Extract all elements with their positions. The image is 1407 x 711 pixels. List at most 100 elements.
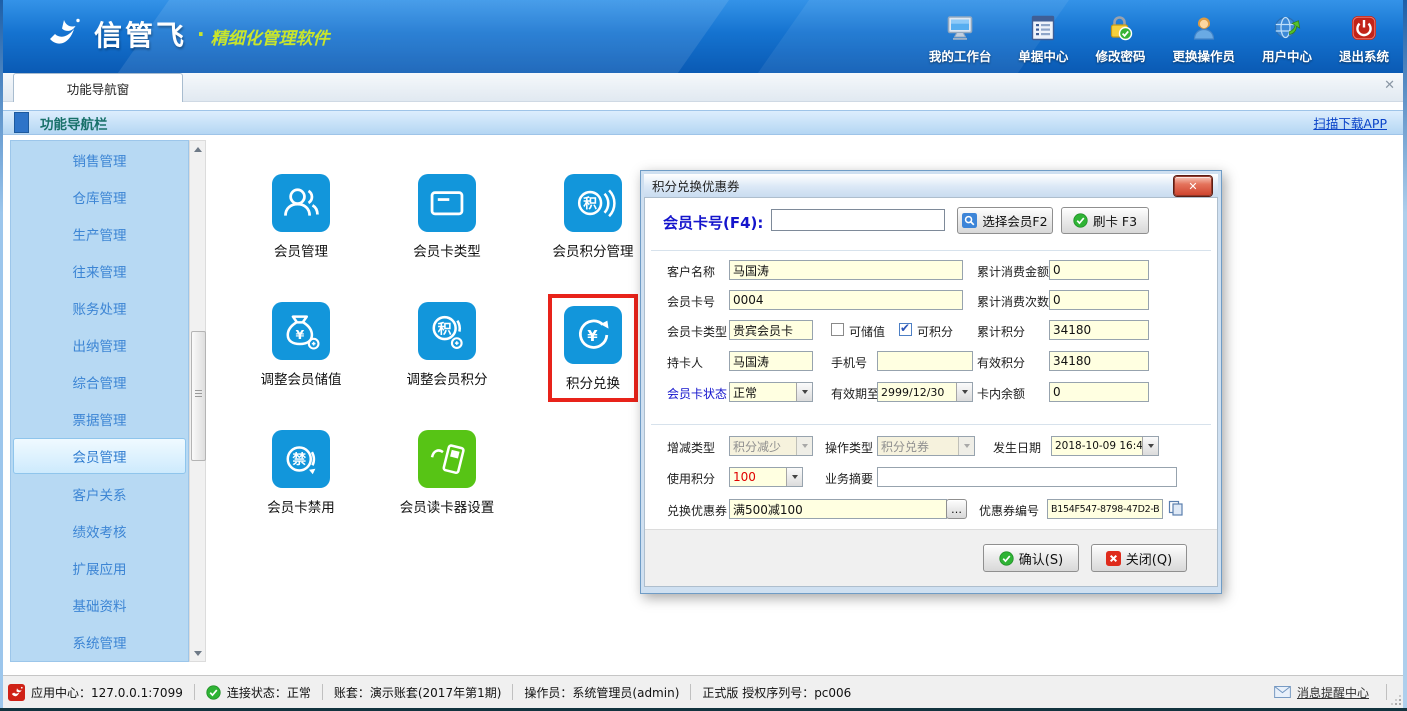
valid-until-datepicker[interactable]: 2999/12/30: [877, 382, 973, 402]
coupon-browse-button[interactable]: …: [946, 499, 967, 519]
toolbar-doc-center[interactable]: 单据中心: [1018, 13, 1068, 65]
toolbar-label: 修改密码: [1095, 46, 1145, 65]
app-tile[interactable]: ¥调整会员储值: [228, 294, 374, 422]
resize-grip-icon[interactable]: [1391, 695, 1401, 705]
dropdown-arrow-icon[interactable]: [796, 383, 812, 401]
app-tile[interactable]: 积调整会员积分: [374, 294, 520, 422]
card-no-label: 会员卡号: [667, 293, 715, 310]
copy-icon[interactable]: [1168, 500, 1184, 520]
balance-label: 卡内余额: [977, 385, 1025, 402]
toolbar-exit-system[interactable]: 退出系统: [1339, 13, 1389, 65]
member-card-no-query-label: 会员卡号(F4):: [663, 212, 763, 233]
app-tile-inner[interactable]: 会员管理: [264, 166, 338, 264]
select-member-button[interactable]: 选择会员F2: [957, 207, 1053, 234]
app-tile[interactable]: 会员管理: [228, 166, 374, 294]
status-message-center[interactable]: 消息提醒中心: [1274, 684, 1407, 701]
holder-input[interactable]: [729, 351, 813, 371]
dialog-close-button[interactable]: ✕: [1174, 176, 1212, 196]
sidebar-item[interactable]: 绩效考核: [11, 512, 188, 549]
phone-input[interactable]: [877, 351, 973, 371]
app-tile-inner[interactable]: 积会员积分管理: [545, 166, 642, 264]
scrollbar-thumb[interactable]: [191, 331, 206, 461]
coupon-no-input[interactable]: [1047, 499, 1163, 519]
dropdown-arrow-icon[interactable]: [786, 468, 802, 486]
occur-date-picker[interactable]: 2018-10-09 16:48: [1051, 436, 1159, 456]
cumulative-points-input[interactable]: [1049, 320, 1149, 340]
dropdown-arrow-icon[interactable]: [1142, 437, 1158, 455]
app-tile-inner[interactable]: 积调整会员积分: [399, 294, 496, 392]
sidebar-item[interactable]: 基础资料: [11, 586, 188, 623]
envelope-icon: [1274, 686, 1291, 698]
toolbar-label: 用户中心: [1262, 46, 1312, 65]
lock-check-icon: [1105, 13, 1135, 43]
scroll-down-icon[interactable]: [190, 645, 205, 661]
sidebar-item[interactable]: 仓库管理: [11, 178, 188, 215]
app-tile[interactable]: 禁会员卡禁用: [228, 422, 374, 550]
close-icon[interactable]: ✕: [1384, 79, 1395, 92]
sidebar-item[interactable]: 账务处理: [11, 289, 188, 326]
sidebar-item-selected[interactable]: 会员管理: [13, 438, 186, 474]
adjust-type-select: 积分减少: [729, 436, 813, 456]
app-tile-inner[interactable]: ¥积分兑换: [548, 294, 638, 402]
cumulative-count-input[interactable]: [1049, 290, 1149, 310]
balance-input[interactable]: [1049, 382, 1149, 402]
cumulative-amount-input[interactable]: [1049, 260, 1149, 280]
scroll-up-icon[interactable]: [190, 141, 205, 157]
app-tile-inner[interactable]: ¥调整会员储值: [253, 294, 350, 392]
status-license: 正式版 授权序列号：pc006: [702, 684, 851, 701]
holder-label: 持卡人: [667, 354, 703, 371]
card-no-input[interactable]: [729, 290, 963, 310]
tab-strip: 功能导航窗 ✕: [0, 73, 1407, 102]
sidebar-item[interactable]: 系统管理: [11, 623, 188, 660]
app-tile-inner[interactable]: 禁会员卡禁用: [259, 422, 343, 520]
app-tile-inner[interactable]: 会员卡类型: [405, 166, 489, 264]
sidebar-item[interactable]: 扩展应用: [11, 549, 188, 586]
app-tile-inner[interactable]: 会员读卡器设置: [392, 422, 503, 520]
member-card-no-query-input[interactable]: [771, 209, 945, 231]
sidebar-item[interactable]: 客户关系: [11, 475, 188, 512]
sidebar-item[interactable]: 生产管理: [11, 215, 188, 252]
divider: [194, 684, 195, 700]
use-points-select[interactable]: 100: [729, 467, 803, 487]
sidebar-item[interactable]: 出纳管理: [11, 326, 188, 363]
dropdown-arrow-icon[interactable]: [956, 383, 972, 401]
dialog-body: 会员卡号(F4): 选择会员F2 刷卡 F3 客户名称 累计消费金额 会员卡号 …: [644, 197, 1218, 587]
customer-name-input[interactable]: [729, 260, 963, 280]
sidebar-item[interactable]: 往来管理: [11, 252, 188, 289]
svg-text:积: 积: [583, 195, 597, 212]
app-logo: 信管飞 · 精细化管理软件: [42, 12, 330, 56]
card-status-select[interactable]: 正常: [729, 382, 813, 402]
exchange-coupon-label: 兑换优惠券: [667, 502, 727, 519]
member-card-icon: [418, 174, 476, 232]
valid-points-input[interactable]: [1049, 351, 1149, 371]
divider: [512, 684, 513, 700]
swipe-card-button[interactable]: 刷卡 F3: [1061, 207, 1149, 234]
sidebar-item[interactable]: 综合管理: [11, 363, 188, 400]
storable-checkbox-label: 可储值: [849, 323, 885, 340]
exchange-coupon-input[interactable]: [729, 499, 947, 519]
toolbar-switch-operator[interactable]: 更换操作员: [1172, 13, 1235, 65]
svg-text:¥: ¥: [295, 327, 304, 342]
summary-input[interactable]: [877, 467, 1177, 487]
toolbar-label: 单据中心: [1018, 46, 1068, 65]
download-app-link[interactable]: 扫描下载APP: [1313, 113, 1387, 132]
toolbar-workbench[interactable]: 我的工作台: [929, 13, 992, 65]
toolbar-change-password[interactable]: 修改密码: [1095, 13, 1145, 65]
sidebar-item[interactable]: 票据管理: [11, 400, 188, 437]
sidebar-scrollbar[interactable]: [189, 140, 206, 662]
app-tile-label: 会员管理: [274, 240, 328, 260]
dialog-titlebar[interactable]: 积分兑换优惠券: [644, 174, 1218, 197]
storable-checkbox[interactable]: [831, 323, 844, 336]
confirm-button[interactable]: 确认(S): [983, 544, 1079, 572]
sidebar-item[interactable]: 销售管理: [11, 141, 188, 178]
points-enabled-checkbox[interactable]: [899, 323, 912, 336]
toolbar-user-center[interactable]: 用户中心: [1262, 13, 1312, 65]
app-tile[interactable]: 会员读卡器设置: [374, 422, 520, 550]
points-exchange-icon: ¥: [564, 306, 622, 364]
magnifier-icon: [962, 213, 977, 228]
close-button[interactable]: 关闭(Q): [1091, 544, 1187, 572]
use-points-label: 使用积分: [667, 470, 715, 487]
app-tile[interactable]: 会员卡类型: [374, 166, 520, 294]
card-type-input[interactable]: [729, 320, 813, 340]
tab-function-navigation[interactable]: 功能导航窗: [13, 73, 183, 102]
